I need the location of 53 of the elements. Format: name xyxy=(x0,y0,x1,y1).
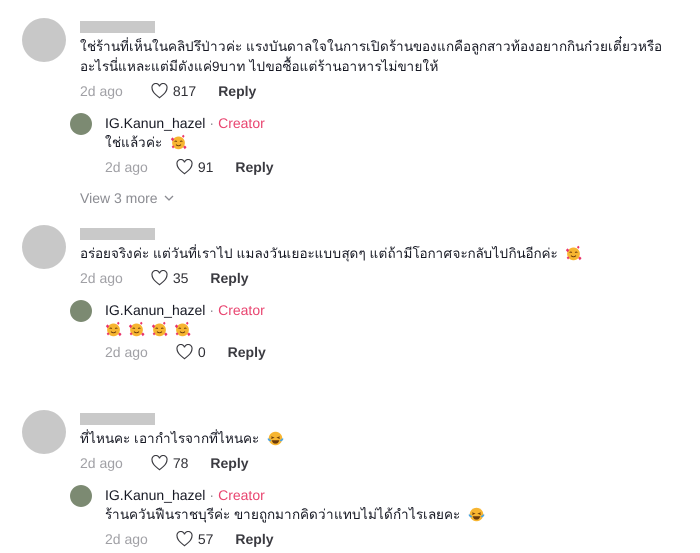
reply-button[interactable]: Reply xyxy=(228,344,266,360)
reply-button[interactable]: Reply xyxy=(210,270,249,286)
like-heart-icon xyxy=(176,159,193,175)
chevron-down-icon xyxy=(164,195,174,201)
like-count: 0 xyxy=(198,344,206,360)
like-heart-icon xyxy=(150,83,168,99)
laughing-face-icon xyxy=(468,506,485,523)
reply-button[interactable]: Reply xyxy=(235,159,274,175)
reply-button[interactable]: Reply xyxy=(210,455,249,471)
like-count: 35 xyxy=(172,270,188,286)
comment-text: ใช่ร้านที่เห็นในคลิปรึป่าวค่ะ แรงบันดาลใจในการเปิดร้านของแกคือลูกสาวท้องอยากกินก๋วยเตี๋ยวหรืออะไรนี่แหละแต่มีตังแค่9บาท ไปขอซื้อแต่ร้านอาหารไม่ขายให้ xyxy=(80,37,678,77)
separator-dot: · xyxy=(209,115,214,131)
like-heart-icon xyxy=(150,270,168,286)
reply-button[interactable]: Reply xyxy=(235,531,274,547)
smiling-hearts-face-icon xyxy=(151,321,168,338)
separator-dot: · xyxy=(209,487,214,503)
comment-time: 2d ago xyxy=(80,83,123,99)
like-count: 57 xyxy=(198,531,214,547)
comment-time: 2d ago xyxy=(80,455,123,471)
avatar-circle xyxy=(22,18,66,62)
smiling-hearts-face-icon xyxy=(174,321,191,338)
creator-label: Creator xyxy=(218,302,265,318)
avatar-photo-placeholder xyxy=(70,300,92,322)
smiling-hearts-face-icon xyxy=(170,134,187,151)
like-count: 78 xyxy=(172,455,188,471)
author-name: IG.Kanun_hazel xyxy=(105,302,206,318)
like-heart-icon xyxy=(176,344,193,360)
like-heart-icon xyxy=(176,531,193,547)
smiling-hearts-face-icon xyxy=(128,321,145,338)
like-count: 817 xyxy=(172,83,196,99)
avatar-circle xyxy=(22,225,66,269)
creator-label: Creator xyxy=(218,115,265,131)
like-heart-icon xyxy=(150,455,168,471)
reply-button[interactable]: Reply xyxy=(218,83,256,99)
smiling-hearts-face-icon xyxy=(105,321,122,338)
comment-text: ใช่แล้วค่ะ xyxy=(105,134,162,152)
comment-text: ที่ไหนคะ เอากำไรจากที่ไหนคะ xyxy=(80,429,259,448)
author-name: IG.Kanun_hazel xyxy=(105,115,206,131)
comment-time: 2d ago xyxy=(80,270,123,286)
like-count: 91 xyxy=(198,159,214,175)
comment-time: 2d ago xyxy=(105,531,148,547)
creator-label: Creator xyxy=(218,487,265,503)
comment-text: ร้านควันฟืนราชบุรีค่ะ ขายถูกมากคิดว่าแทบไม่ได้กำไรเลยคะ xyxy=(105,506,460,524)
avatar-photo-placeholder xyxy=(70,485,92,507)
comment-time: 2d ago xyxy=(105,159,148,175)
separator-dot: · xyxy=(209,302,214,318)
author-name: IG.Kanun_hazel xyxy=(105,487,206,503)
laughing-face-icon xyxy=(266,430,284,447)
comment-text: อร่อยจริงค่ะ แต่วันที่เราไป แมลงวันเยอะแบบสุดๆ แต่ถ้ามีโอกาศจะกลับไปกินอีกค่ะ xyxy=(80,244,558,264)
avatar-circle xyxy=(22,410,66,454)
smiling-hearts-face-icon xyxy=(565,245,582,262)
avatar-photo-placeholder xyxy=(70,113,92,135)
comment-time: 2d ago xyxy=(105,344,148,360)
